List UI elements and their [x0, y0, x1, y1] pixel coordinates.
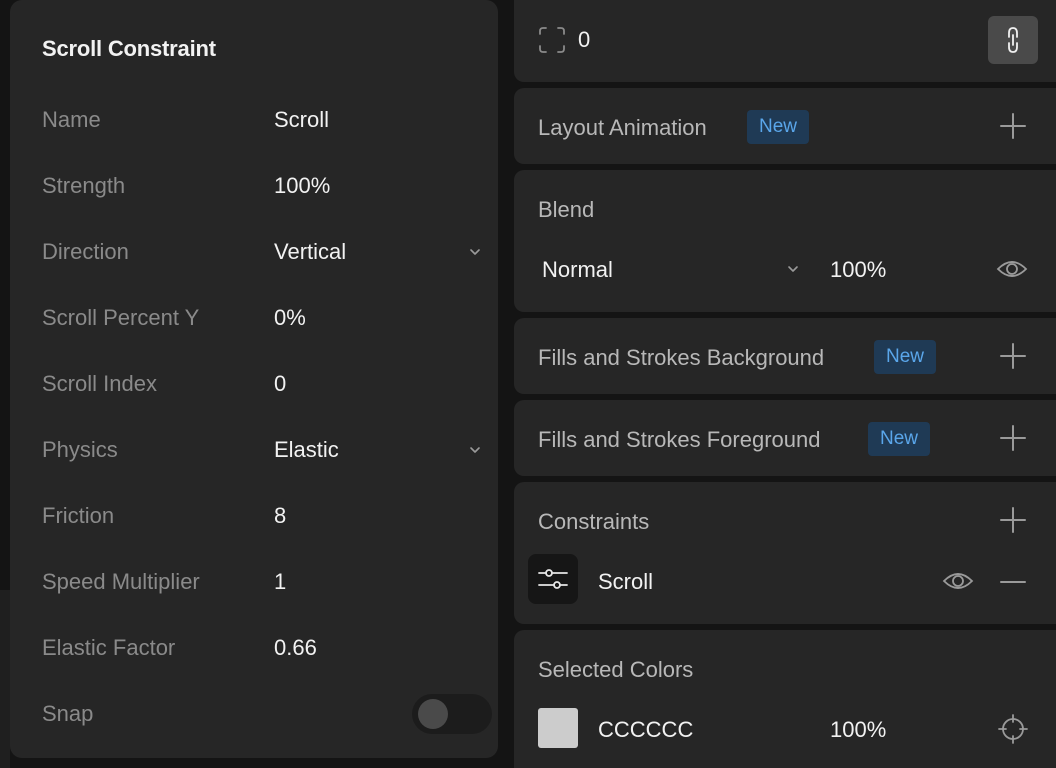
- corner-radius-input[interactable]: 0: [578, 27, 590, 53]
- friction-input[interactable]: 8: [274, 503, 482, 529]
- link-radius-button[interactable]: [988, 16, 1038, 64]
- chevron-down-icon[interactable]: [468, 245, 482, 259]
- constraint-item-icon[interactable]: [528, 554, 578, 604]
- selected-colors-title: Selected Colors: [538, 657, 694, 682]
- add-fill-foreground-button[interactable]: [999, 424, 1027, 452]
- strength-label: Strength: [42, 173, 126, 198]
- row-speed-multiplier: Speed Multiplier 1: [42, 562, 482, 602]
- color-swatch[interactable]: [538, 708, 578, 748]
- corner-radius-section: 0: [514, 0, 1056, 82]
- add-layout-animation-button[interactable]: [999, 112, 1027, 140]
- blend-section: Blend Normal 100%: [514, 170, 1056, 312]
- row-strength: Strength 100%: [42, 166, 482, 206]
- elastic-factor-label: Elastic Factor: [42, 635, 176, 660]
- remove-constraint-button[interactable]: [999, 580, 1027, 584]
- color-hex-input[interactable]: CCCCCC: [598, 717, 693, 743]
- direction-select[interactable]: Vertical: [274, 239, 482, 265]
- scroll-percent-y-label: Scroll Percent Y: [42, 305, 200, 330]
- new-badge: New: [868, 422, 931, 456]
- blend-title: Blend: [538, 197, 595, 222]
- color-opacity-input[interactable]: 100%: [830, 717, 886, 743]
- sliders-icon: [538, 566, 568, 592]
- add-fill-background-button[interactable]: [999, 342, 1027, 370]
- snap-label: Snap: [42, 701, 94, 726]
- fills-background-section: Fills and Strokes Background New: [514, 318, 1056, 394]
- name-input[interactable]: Scroll: [274, 107, 482, 133]
- new-badge: New: [747, 110, 810, 144]
- row-physics: Physics Elastic: [42, 430, 482, 470]
- constraints-title: Constraints: [538, 509, 650, 534]
- popover-title: Scroll Constraint: [42, 36, 216, 61]
- blend-mode-select[interactable]: Normal: [542, 257, 613, 283]
- strength-input[interactable]: 100%: [274, 173, 482, 199]
- row-direction: Direction Vertical: [42, 232, 482, 272]
- toggle-knob: [418, 699, 448, 729]
- physics-label: Physics: [42, 437, 118, 462]
- name-label: Name: [42, 107, 101, 132]
- row-scroll-index: Scroll Index 0: [42, 364, 482, 404]
- friction-label: Friction: [42, 503, 115, 528]
- constraints-section: Constraints Scroll: [514, 482, 1056, 624]
- row-friction: Friction 8: [42, 496, 482, 536]
- eye-icon[interactable]: [942, 570, 974, 592]
- row-scroll-percent-y: Scroll Percent Y 0%: [42, 298, 482, 338]
- scroll-percent-y-input[interactable]: 0%: [274, 305, 482, 331]
- speed-multiplier-input[interactable]: 1: [274, 569, 482, 595]
- corner-radius-icon: [538, 26, 566, 54]
- blend-opacity-input[interactable]: 100%: [830, 257, 886, 283]
- fills-background-title: Fills and Strokes Background: [538, 345, 825, 370]
- add-constraint-button[interactable]: [999, 506, 1027, 534]
- elastic-factor-input[interactable]: 0.66: [274, 635, 482, 661]
- chevron-down-icon[interactable]: [468, 443, 482, 457]
- fills-foreground-section: Fills and Strokes Foreground New: [514, 400, 1056, 476]
- chevron-down-icon[interactable]: [786, 262, 800, 276]
- row-elastic-factor: Elastic Factor 0.66: [42, 628, 482, 668]
- properties-panel: 0 Layout Animation New Blend Normal 100%…: [514, 0, 1056, 768]
- layout-animation-title: Layout Animation: [538, 115, 707, 140]
- row-snap: Snap: [42, 694, 492, 734]
- scroll-constraint-popover: Scroll Constraint Name Scroll Strength 1…: [10, 0, 498, 758]
- speed-multiplier-label: Speed Multiplier: [42, 569, 200, 594]
- new-badge: New: [874, 340, 937, 374]
- selected-colors-section: Selected Colors CCCCCC 100%: [514, 630, 1056, 768]
- link-icon: [1002, 25, 1024, 55]
- fills-foreground-title: Fills and Strokes Foreground: [538, 427, 821, 452]
- direction-label: Direction: [42, 239, 129, 264]
- physics-select[interactable]: Elastic: [274, 437, 482, 463]
- scroll-index-input[interactable]: 0: [274, 371, 482, 397]
- canvas-background: [0, 590, 10, 768]
- eye-icon[interactable]: [996, 258, 1028, 280]
- app-stage: Scroll Constraint Name Scroll Strength 1…: [0, 0, 1056, 768]
- layout-animation-section: Layout Animation New: [514, 88, 1056, 164]
- scroll-index-label: Scroll Index: [42, 371, 157, 396]
- target-select-icon[interactable]: [998, 714, 1028, 744]
- constraint-item-label[interactable]: Scroll: [598, 569, 653, 595]
- row-name: Name Scroll: [42, 100, 482, 140]
- snap-toggle[interactable]: [412, 694, 492, 734]
